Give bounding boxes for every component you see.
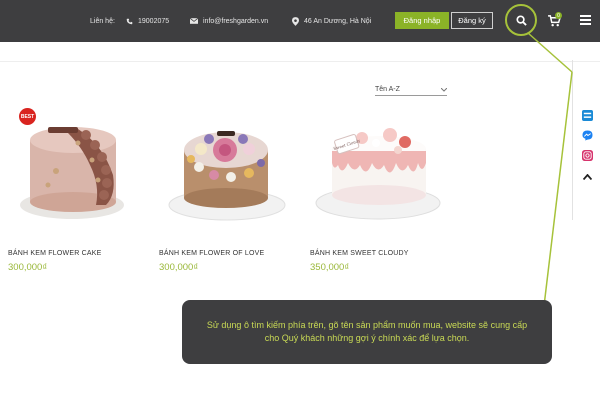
annotation-tooltip: Sử dụng ô tìm kiếm phía trên, gõ tên sản… <box>182 300 552 364</box>
annotation-text: Sử dụng ô tìm kiếm phía trên, gõ tên sản… <box>206 320 528 343</box>
